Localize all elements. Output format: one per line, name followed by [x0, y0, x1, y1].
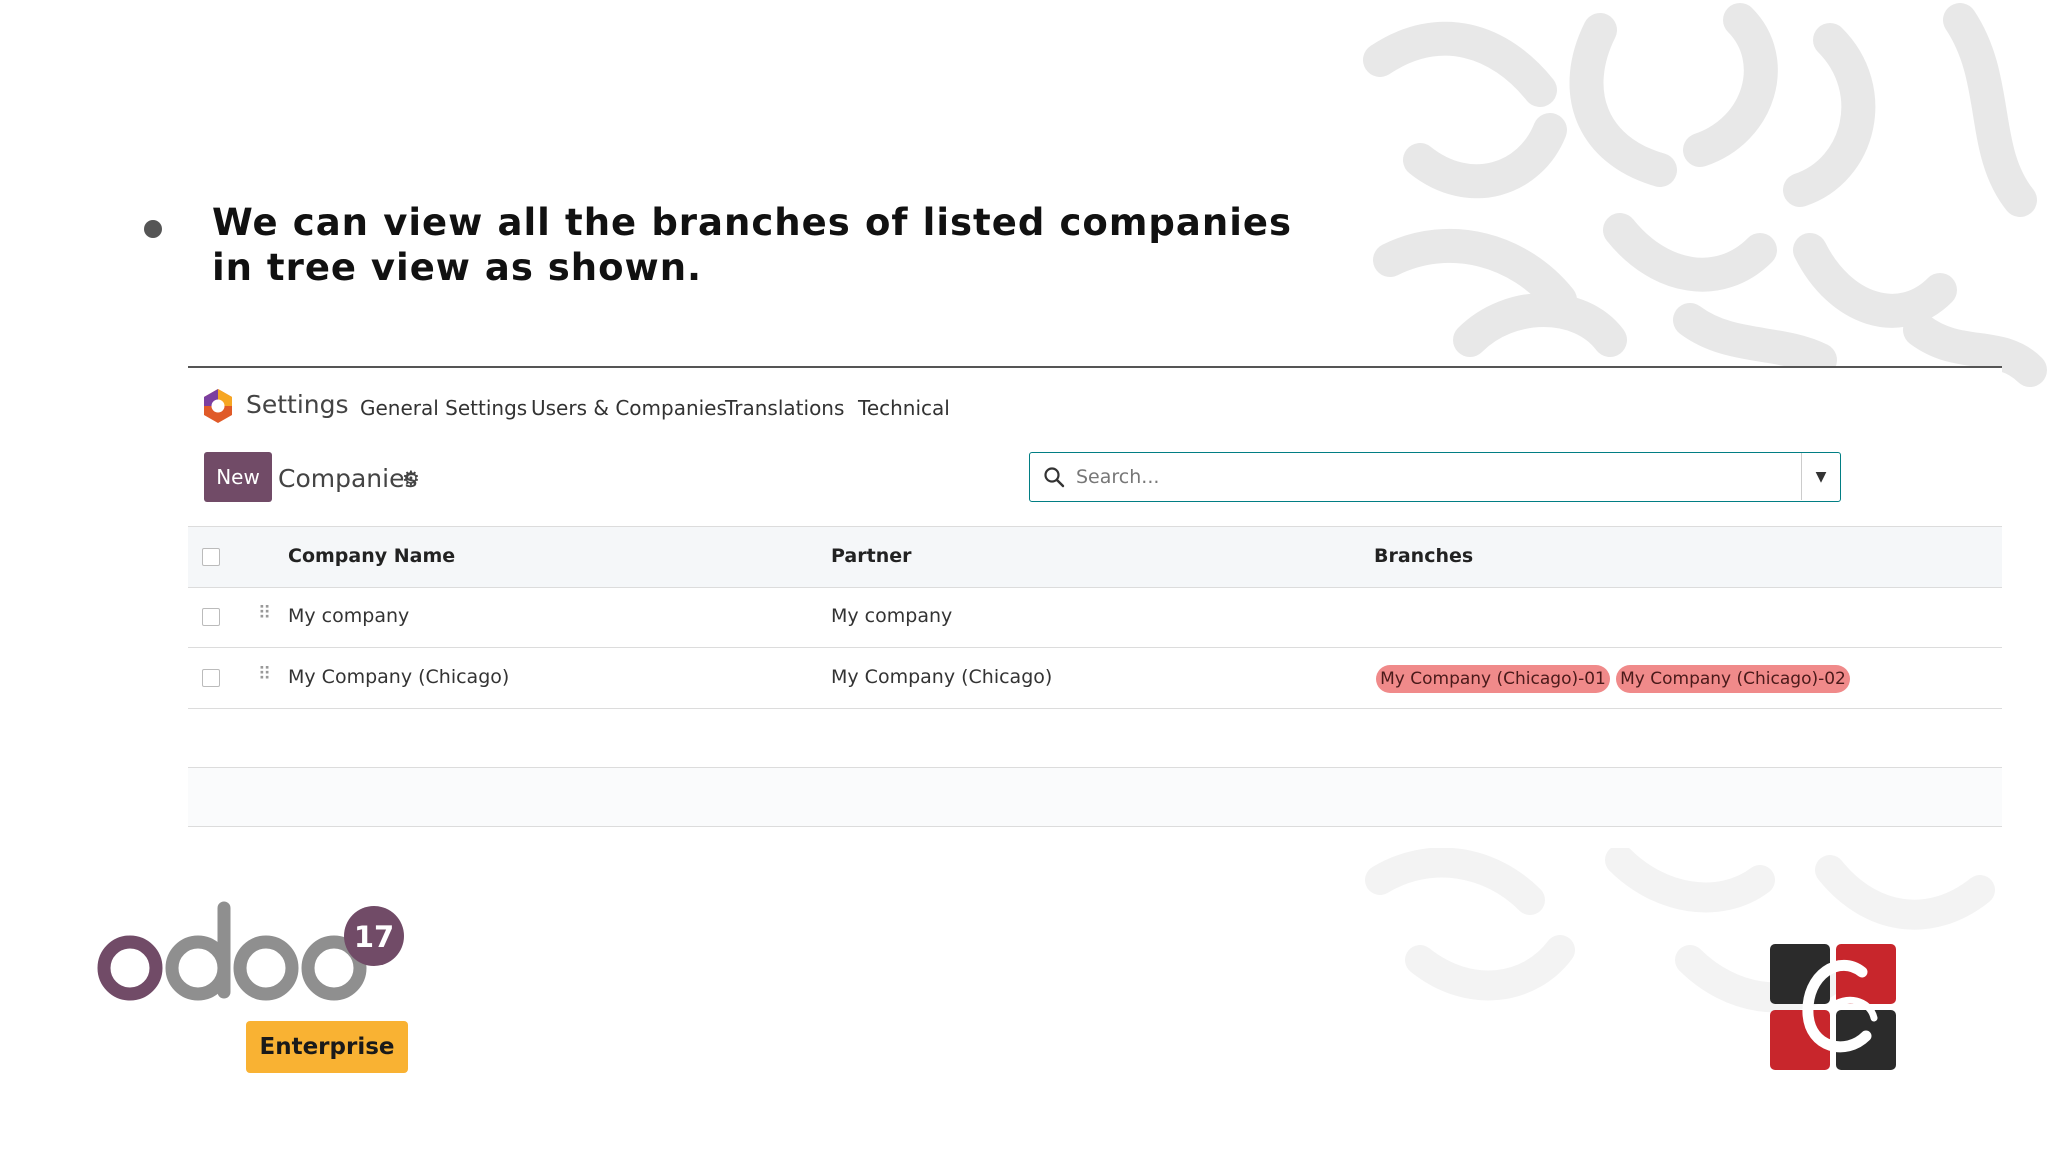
select-all-checkbox[interactable] — [202, 548, 220, 566]
branch-tag[interactable]: My Company (Chicago)-02 — [1616, 665, 1850, 693]
menu-users-companies[interactable]: Users & Companies — [531, 396, 727, 420]
drag-handle-icon[interactable]: ⠿ — [258, 603, 271, 624]
new-button[interactable]: New — [204, 452, 272, 502]
search-input[interactable] — [1074, 461, 1778, 493]
settings-app-icon[interactable] — [202, 388, 234, 424]
row-checkbox[interactable] — [202, 608, 220, 626]
bullet-point-marker — [144, 220, 162, 238]
search-bar: ▼ — [1029, 452, 1841, 502]
column-header-company-name[interactable]: Company Name — [288, 545, 455, 567]
empty-table-row — [188, 709, 2002, 768]
search-options-toggle[interactable]: ▼ — [1801, 453, 1840, 500]
partner-cell[interactable]: My Company (Chicago) — [831, 666, 1052, 688]
row-checkbox[interactable] — [202, 669, 220, 687]
partner-cell[interactable]: My company — [831, 605, 952, 627]
column-header-branches[interactable]: Branches — [1374, 545, 1473, 567]
search-icon — [1044, 467, 1065, 488]
company-name-cell[interactable]: My company — [288, 605, 409, 627]
table-row[interactable]: ⠿ My Company (Chicago) My Company (Chica… — [188, 648, 2002, 709]
odoo-screenshot-panel: Settings General Settings Users & Compan… — [188, 366, 2002, 848]
table-header-row: Company Name Partner Branches — [188, 526, 2002, 588]
table-row[interactable]: ⠿ My company My company — [188, 587, 2002, 648]
gear-icon[interactable]: ⚙ — [402, 466, 420, 490]
main-navbar: Settings General Settings Users & Compan… — [188, 368, 2002, 440]
drag-handle-icon[interactable]: ⠿ — [258, 664, 271, 685]
caret-down-icon: ▼ — [1815, 468, 1827, 485]
empty-table-row — [188, 768, 2002, 827]
branch-tag[interactable]: My Company (Chicago)-01 — [1376, 665, 1610, 693]
menu-general-settings[interactable]: General Settings — [360, 396, 527, 420]
page-title: Companies — [278, 464, 418, 493]
column-header-partner[interactable]: Partner — [831, 545, 911, 567]
enterprise-badge: Enterprise — [246, 1021, 408, 1073]
odoo-17-logo: 17 — [97, 901, 404, 1001]
menu-technical[interactable]: Technical — [858, 396, 950, 420]
company-name-cell[interactable]: My Company (Chicago) — [288, 666, 509, 688]
cybrosys-logo — [1770, 944, 1896, 1070]
slide-bullet-text: We can view all the branches of listed c… — [212, 201, 1292, 289]
menu-translations[interactable]: Translations — [725, 396, 844, 420]
version-badge: 17 — [354, 920, 394, 954]
app-name[interactable]: Settings — [246, 390, 349, 419]
